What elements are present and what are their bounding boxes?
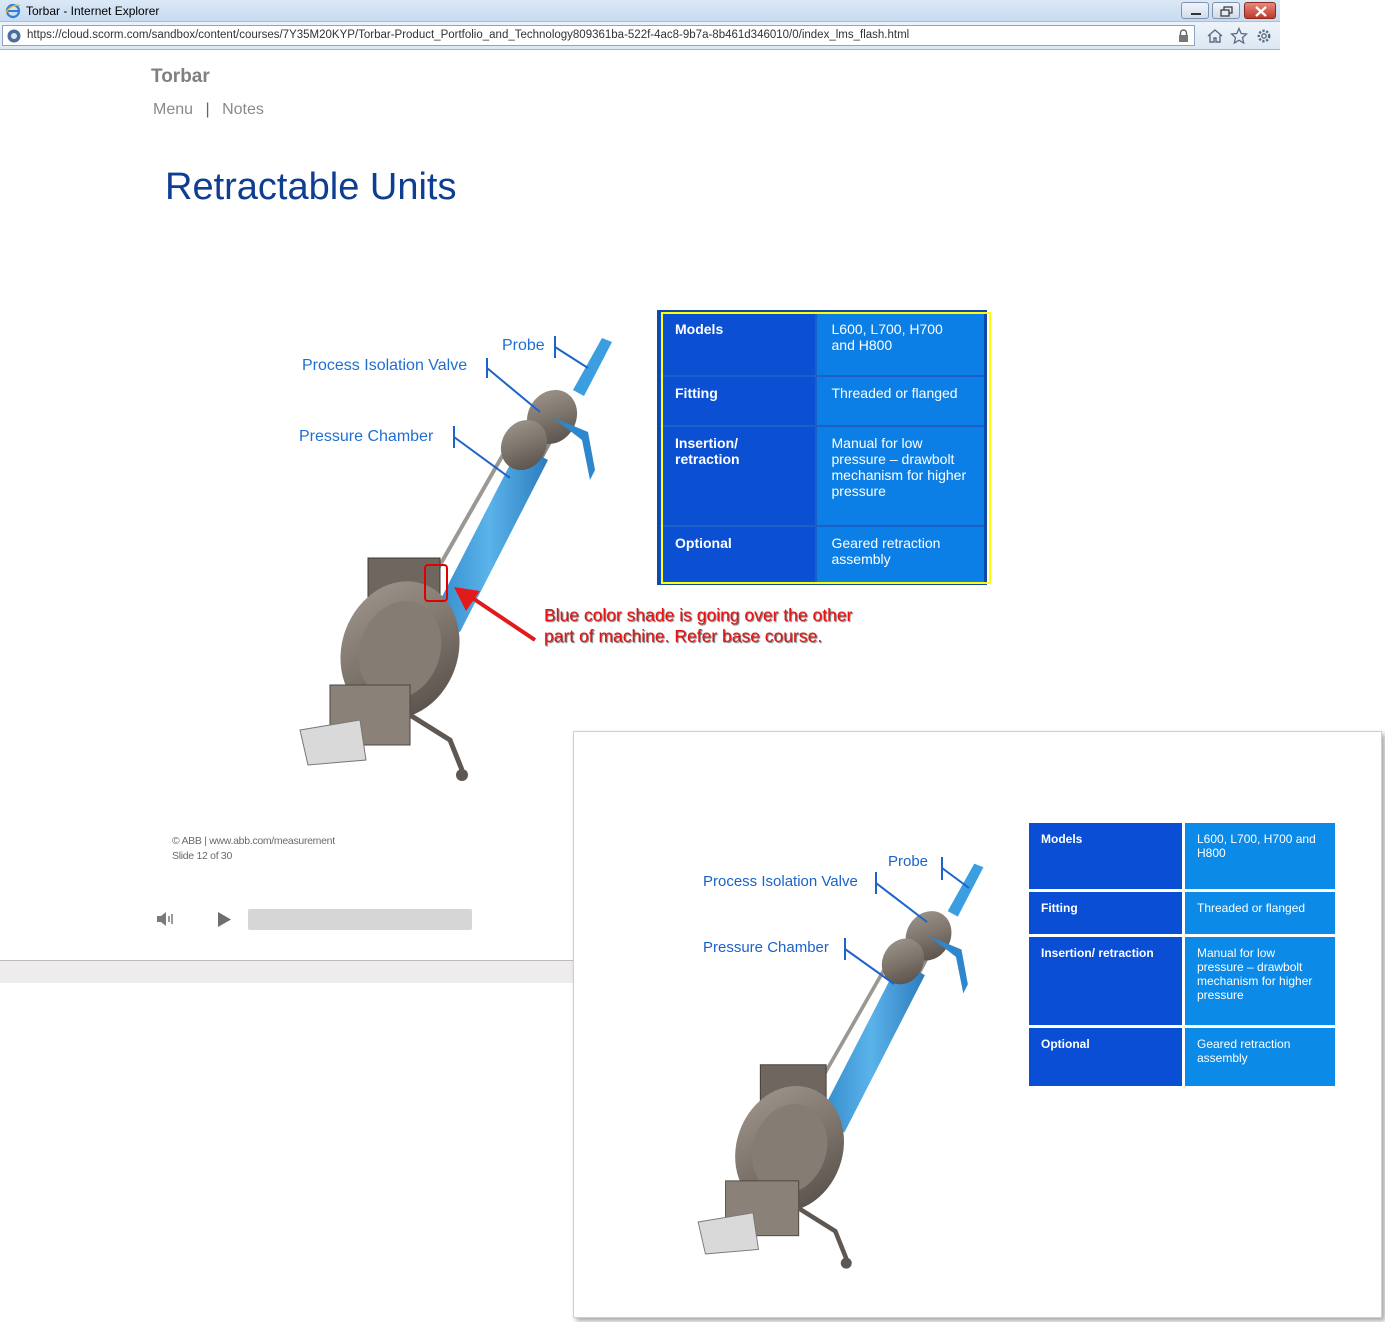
annotation-comment: Blue color shade is going over the other… — [544, 605, 853, 646]
label-probe: Probe — [502, 337, 545, 354]
label-process-isolation-valve: Process Isolation Valve — [302, 357, 468, 374]
gear-icon[interactable] — [1255, 27, 1273, 45]
minimize-icon — [1191, 13, 1201, 15]
reference-callout-lines — [844, 857, 970, 985]
reference-spec-table: Models L600, L700, H700 and H800 Fitting… — [1026, 820, 1338, 1089]
window-title: Torbar - Internet Explorer — [26, 4, 160, 18]
table-value: Threaded or flanged — [1185, 892, 1335, 934]
restore-button[interactable] — [1212, 2, 1240, 19]
table-key: Models — [1029, 823, 1182, 889]
nav-separator: | — [205, 101, 210, 118]
table-value: L600, L700, H700 and H800 — [1185, 823, 1335, 889]
address-bar: https://cloud.scorm.com/sandbox/content/… — [0, 22, 1280, 50]
site-icon — [7, 29, 21, 43]
course-nav: Menu | Notes — [153, 101, 264, 119]
internet-explorer-icon — [5, 3, 21, 19]
copyright-text: © ABB | www.abb.com/measurement — [172, 835, 335, 847]
menu-link[interactable]: Menu — [153, 101, 193, 119]
table-row: Insertion/ retraction Manual for low pre… — [1029, 937, 1335, 1025]
table-row: Models L600, L700, H700 and H800 — [1029, 823, 1335, 889]
playback-progress-bar[interactable] — [248, 909, 472, 930]
annotation-arrow-icon — [454, 587, 537, 642]
annotation-highlight-box — [424, 564, 448, 602]
table-value: Geared retraction assembly — [1185, 1028, 1335, 1086]
minimize-button[interactable] — [1181, 2, 1209, 19]
url-field[interactable]: https://cloud.scorm.com/sandbox/content/… — [2, 25, 1195, 46]
volume-icon[interactable] — [155, 909, 177, 929]
reference-label-probe: Probe — [888, 853, 929, 870]
slide-counter: Slide 12 of 30 — [172, 850, 233, 862]
close-button[interactable] — [1244, 2, 1276, 19]
highlight-outline — [661, 312, 991, 584]
slide-title: Retractable Units — [165, 166, 457, 208]
favorites-star-icon[interactable] — [1230, 27, 1248, 45]
table-key: Fitting — [1029, 892, 1182, 934]
notes-link[interactable]: Notes — [222, 101, 264, 119]
close-icon — [1255, 6, 1267, 17]
reference-label-pressure-chamber: Pressure Chamber — [703, 939, 829, 956]
table-row: Optional Geared retraction assembly — [1029, 1028, 1335, 1086]
bottom-strip — [0, 961, 573, 983]
reference-slide-screenshot: Probe Process Isolation Valve Pressure C… — [573, 731, 1382, 1318]
table-key: Optional — [1029, 1028, 1182, 1086]
label-pressure-chamber: Pressure Chamber — [299, 428, 434, 445]
home-icon[interactable] — [1206, 27, 1224, 45]
course-brand: Torbar — [151, 66, 210, 87]
window-titlebar: Torbar - Internet Explorer — [0, 0, 1280, 22]
reference-label-process-isolation-valve: Process Isolation Valve — [703, 873, 858, 890]
url-text: https://cloud.scorm.com/sandbox/content/… — [27, 29, 910, 41]
table-row: Fitting Threaded or flanged — [1029, 892, 1335, 934]
play-icon[interactable] — [216, 910, 234, 929]
lock-icon — [1179, 29, 1188, 42]
restore-icon — [1220, 6, 1233, 17]
table-value: Manual for low pressure – drawbolt mecha… — [1185, 937, 1335, 1025]
table-key: Insertion/ retraction — [1029, 937, 1182, 1025]
